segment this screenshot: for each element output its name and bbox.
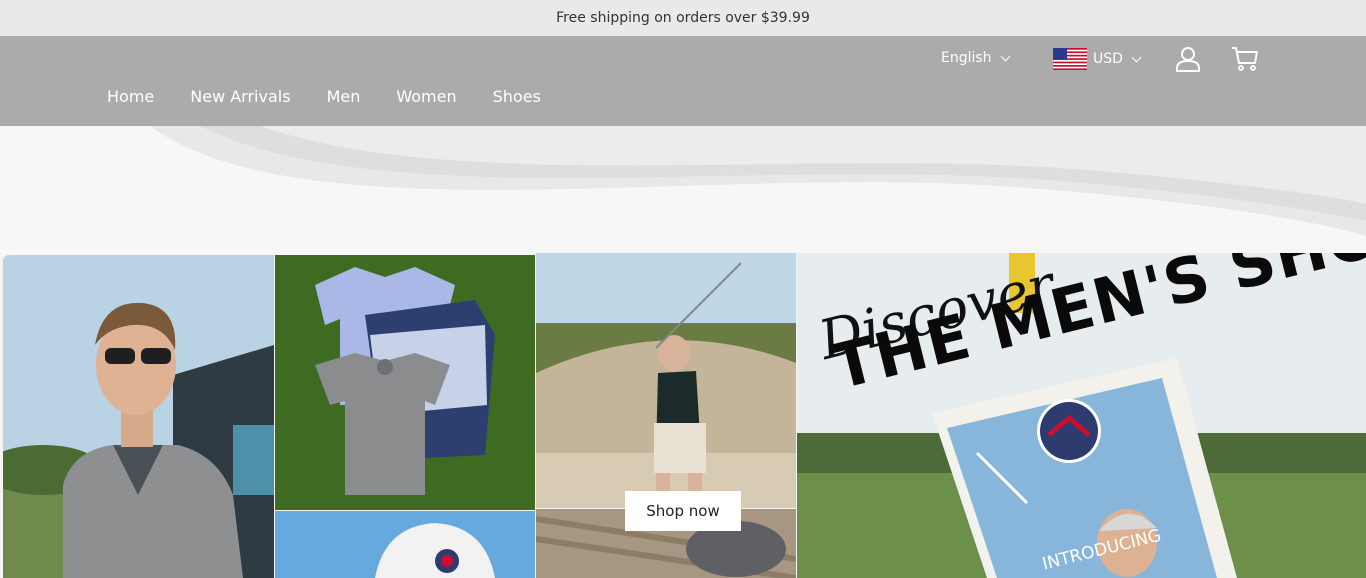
chevron-down-icon [1000, 51, 1011, 61]
language-label: English [941, 50, 992, 66]
nav-men[interactable]: Men [327, 87, 361, 106]
cart-button[interactable] [1231, 46, 1259, 76]
nav-home[interactable]: Home [107, 87, 154, 106]
cart-icon [1232, 47, 1258, 71]
flag-us-icon [1053, 48, 1087, 70]
hero-image-mens-quarter-zip[interactable] [3, 255, 274, 578]
polo-shirts-illustration [275, 255, 535, 510]
hero-image-golf-cap[interactable] [275, 511, 535, 578]
account-icon [1176, 47, 1200, 72]
language-selector[interactable]: English [941, 50, 1011, 66]
hero-swoosh-background [0, 126, 1366, 256]
currency-selector[interactable]: USD [1053, 48, 1142, 70]
account-button[interactable] [1175, 46, 1201, 76]
nav-shoes[interactable]: Shoes [493, 87, 541, 106]
shop-now-button[interactable]: Shop now [625, 491, 741, 531]
announcement-bar: Free shipping on orders over $39.99 [0, 0, 1366, 36]
golfer-swing-illustration [536, 253, 796, 508]
nav-new-arrivals[interactable]: New Arrivals [190, 87, 290, 106]
main-nav: Home New Arrivals Men Women Shoes [107, 87, 577, 106]
nav-women[interactable]: Women [396, 87, 456, 106]
site-header: English USD Home New Arrivals Men Women … [0, 36, 1366, 126]
hero-image-golfer-swing[interactable] [536, 253, 796, 508]
announcement-text: Free shipping on orders over $39.99 [556, 10, 810, 26]
hero-image-polo-shirts[interactable] [275, 255, 535, 510]
hero-mens-shop-promo[interactable]: Discover THE MEN'S SHOP INTRODUCING [797, 253, 1366, 578]
golf-cap-illustration [275, 511, 535, 578]
chevron-down-icon [1131, 52, 1142, 62]
currency-label: USD [1093, 51, 1123, 67]
men-quarter-zip-illustration [3, 255, 274, 578]
hero-banner: Shop now Discover THE MEN'S SHOP INTRODU… [0, 126, 1366, 578]
